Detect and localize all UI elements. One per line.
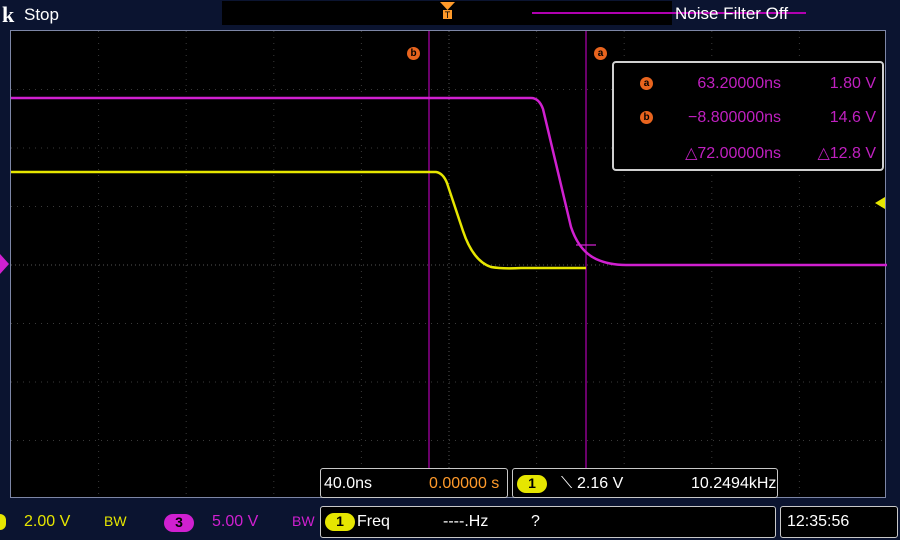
readout-row-delta: △72.00000ns △12.8 V xyxy=(614,141,886,165)
readout-a-marker: a xyxy=(640,77,653,90)
readout-row-b: b −8.800000ns 14.6 V xyxy=(614,107,886,131)
clock-panel: 12:35:56 xyxy=(780,506,898,538)
readout-delta-time: △72.00000ns xyxy=(685,145,781,162)
horizontal-delay: 0.00000 s xyxy=(429,475,500,492)
noise-filter-status[interactable]: Noise Filter Off xyxy=(675,4,788,24)
readout-b-marker: b xyxy=(640,111,653,124)
cursor-readout: a 63.20000ns 1.80 V b −8.800000ns 14.6 V… xyxy=(612,61,884,171)
readout-row-a: a 63.20000ns 1.80 V xyxy=(614,73,886,97)
cursor-b-label[interactable]: b xyxy=(407,47,420,60)
ch1-scale[interactable]: 2.00 V xyxy=(24,513,70,531)
readout-a-voltage: 1.80 V xyxy=(829,75,876,92)
readout-b-voltage: 14.6 V xyxy=(829,109,876,126)
brand-logo: k xyxy=(2,2,15,27)
cursor-a-label[interactable]: a xyxy=(594,47,607,60)
measurement-status: ? xyxy=(531,513,540,530)
clock-time: 12:35:56 xyxy=(787,513,850,530)
trigger-settings[interactable]: 1 ⟍ 2.16 V 10.2494kHz xyxy=(512,468,778,498)
readout-delta-voltage: △12.8 V xyxy=(817,145,876,162)
trigger-position-letter: T xyxy=(445,10,451,20)
trigger-frequency: 10.2494kHz xyxy=(691,475,777,492)
trigger-slope-icon: ⟍ xyxy=(561,475,573,492)
ch1-trace xyxy=(11,170,586,270)
ch1-bandwidth-limit-icon: BW xyxy=(104,513,127,529)
readout-a-time: 63.20000ns xyxy=(697,75,781,92)
trigger-position-icon[interactable]: T xyxy=(440,2,455,24)
ch3-badge[interactable]: 3 xyxy=(164,514,194,532)
trigger-channel-badge: 1 xyxy=(517,475,547,493)
ch3-bandwidth-limit-icon: BW xyxy=(292,513,315,529)
acquisition-state[interactable]: Stop xyxy=(24,5,59,25)
waveform-display[interactable]: b a a 63.20000ns 1.80 V b −8.800000ns 14… xyxy=(10,30,887,499)
top-status-bar: k Stop T Noise Filter Off xyxy=(0,0,900,30)
channel-ground-icon[interactable] xyxy=(0,254,10,274)
trigger-level-icon xyxy=(875,197,885,209)
horizontal-settings[interactable]: 40.0ns 0.00000 s xyxy=(320,468,508,498)
trigger-level: 2.16 V xyxy=(577,475,624,492)
ch3-scale[interactable]: 5.00 V xyxy=(212,513,258,531)
readout-b-time: −8.800000ns xyxy=(688,109,781,126)
timebase-value: 40.0ns xyxy=(324,475,373,492)
measurement-name: Freq xyxy=(357,513,390,530)
measurement-channel-badge: 1 xyxy=(325,513,355,531)
measurement-panel[interactable]: 1 Freq ----.Hz ? xyxy=(320,506,776,538)
measurement-value: ----.Hz xyxy=(443,513,489,530)
